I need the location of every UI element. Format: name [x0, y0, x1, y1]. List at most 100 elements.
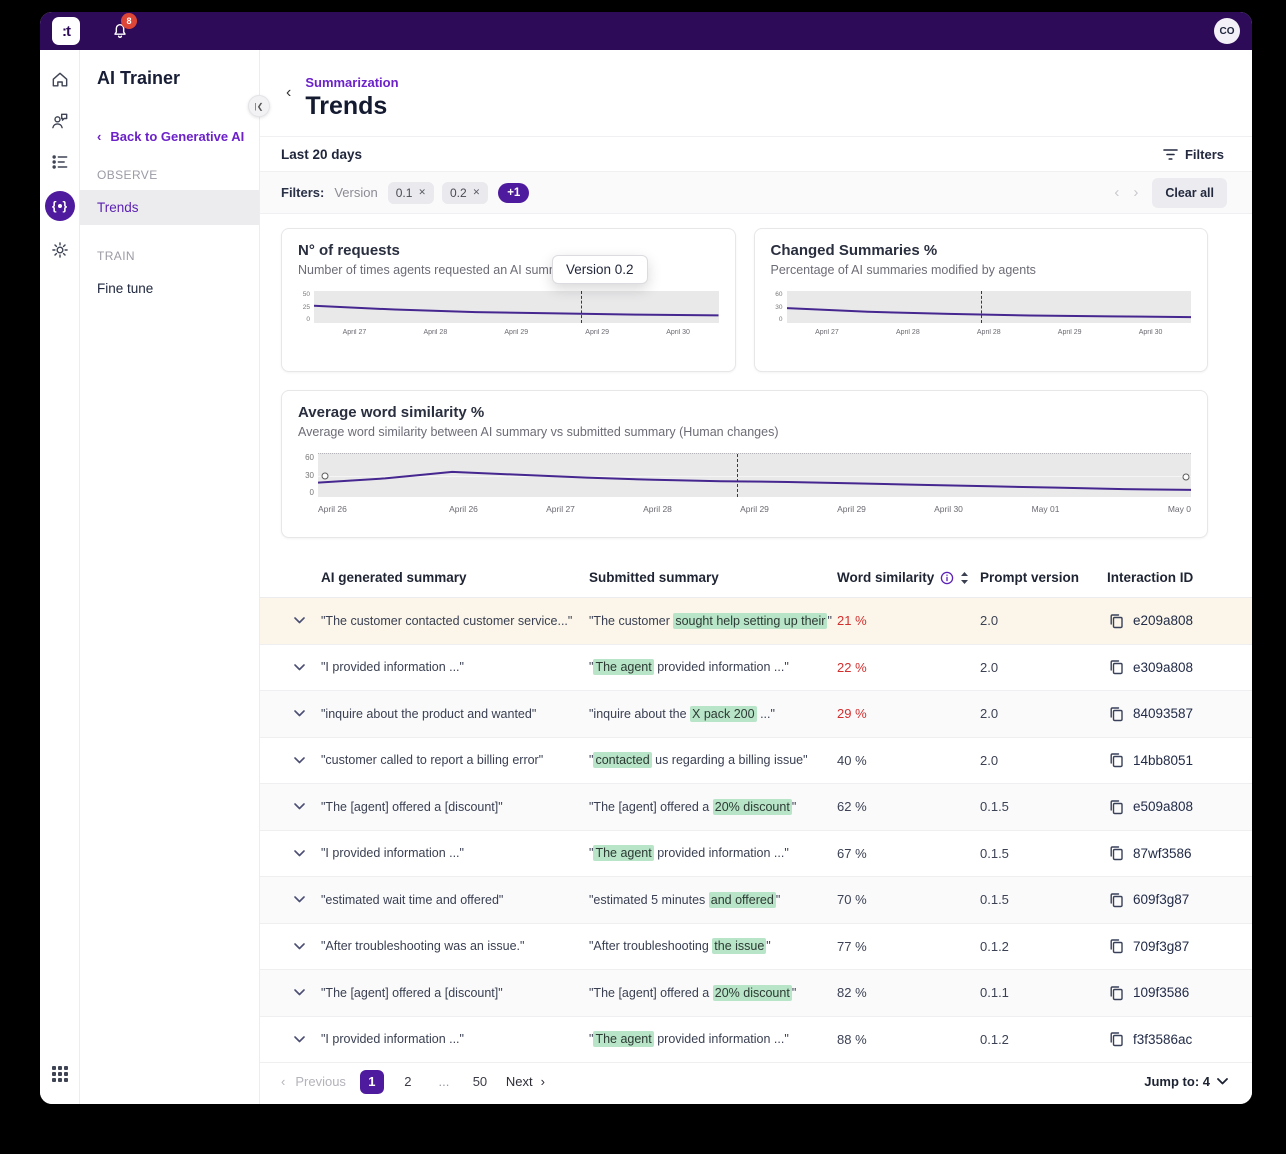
- breadcrumb[interactable]: Summarization: [305, 75, 398, 90]
- expand-row-button[interactable]: [287, 702, 311, 726]
- table-row: "The [agent] offered a [discount]""The […: [260, 784, 1252, 831]
- more-filters-badge[interactable]: +1: [498, 183, 529, 203]
- expand-row-button[interactable]: [287, 655, 311, 679]
- expand-row-button[interactable]: [287, 748, 311, 772]
- x-tick: April 28: [395, 329, 476, 336]
- ai-summary-cell: "estimated wait time and offered": [321, 893, 589, 907]
- expand-row-button[interactable]: [287, 934, 311, 958]
- word-similarity-chart[interactable]: [318, 453, 1191, 497]
- remove-chip-icon[interactable]: ✕: [473, 187, 481, 198]
- sidebar: AI Trainer |❮ ‹ Back to Generative AI OB…: [80, 50, 260, 1104]
- prompt-version-cell: 0.1.2: [980, 1032, 1107, 1047]
- page-back-chevron-icon[interactable]: ‹: [286, 84, 291, 102]
- interaction-id-cell: 87wf3586: [1107, 844, 1228, 862]
- copy-id-button[interactable]: [1107, 751, 1125, 769]
- col-submitted-summary[interactable]: Submitted summary: [589, 570, 837, 585]
- word-similarity-cell: 22 %: [837, 660, 980, 675]
- rail-ai-trainer-button[interactable]: {}: [45, 191, 75, 221]
- copy-id-button[interactable]: [1107, 891, 1125, 909]
- sort-icon[interactable]: [960, 572, 969, 584]
- back-link-label: Back to Generative AI: [110, 129, 244, 144]
- submitted-summary-cell: "inquire about the X pack 200 ...": [589, 707, 837, 721]
- copy-icon: [1109, 985, 1124, 1001]
- interaction-id-cell: 84093587: [1107, 705, 1228, 723]
- filter-next-chevron-icon[interactable]: ›: [1133, 184, 1138, 201]
- apps-grid-button[interactable]: [48, 1062, 72, 1086]
- jump-to-select[interactable]: Jump to: 4: [1144, 1074, 1228, 1089]
- data-point-marker: [321, 472, 328, 479]
- avatar[interactable]: CO: [1214, 18, 1240, 44]
- x-tick: April 29: [476, 329, 557, 336]
- col-word-similarity[interactable]: Word similarity: [837, 570, 934, 585]
- notifications-button[interactable]: 8: [110, 20, 132, 42]
- page-button[interactable]: 2: [396, 1070, 420, 1094]
- pagination: ‹ Previous 12...50 Next › Jump to: 4: [260, 1063, 1252, 1100]
- previous-page-button[interactable]: ‹ Previous: [281, 1074, 346, 1089]
- copy-id-button[interactable]: [1107, 1030, 1125, 1048]
- submitted-summary-cell: "The [agent] offered a 20% discount": [589, 800, 837, 814]
- x-tick: May 0: [1094, 504, 1191, 514]
- requests-chart[interactable]: [314, 291, 719, 323]
- info-icon[interactable]: [940, 571, 954, 585]
- collapse-icon: |❮: [255, 102, 264, 111]
- chevron-down-icon: [294, 803, 305, 810]
- rail-settings-button[interactable]: [48, 238, 72, 262]
- chart-title: N° of requests: [298, 242, 719, 259]
- remove-chip-icon[interactable]: ✕: [418, 187, 426, 198]
- submitted-summary-cell: "The agent provided information ...": [589, 1032, 837, 1046]
- col-prompt-version[interactable]: Prompt version: [980, 570, 1107, 585]
- notification-badge: 8: [121, 13, 137, 29]
- changed-summaries-chart[interactable]: [787, 291, 1192, 323]
- copy-id-button[interactable]: [1107, 658, 1125, 676]
- app-logo[interactable]: :t: [52, 17, 80, 45]
- copy-id-button[interactable]: [1107, 612, 1125, 630]
- filter-chips: 0.1✕ 0.2✕: [388, 182, 488, 204]
- ai-summary-cell: "I provided information ...": [321, 660, 589, 674]
- expand-row-button[interactable]: [287, 795, 311, 819]
- version-marker-line: [981, 291, 982, 323]
- page-button[interactable]: 1: [360, 1070, 384, 1094]
- filters-button[interactable]: Filters: [1163, 147, 1224, 162]
- back-to-generative-ai-link[interactable]: ‹ Back to Generative AI: [80, 129, 259, 144]
- copy-icon: [1109, 706, 1124, 722]
- col-ai-summary[interactable]: AI generated summary: [321, 570, 589, 585]
- expand-row-button[interactable]: [287, 1027, 311, 1051]
- collapse-sidebar-button[interactable]: |❮: [248, 95, 270, 117]
- ai-summary-cell: "inquire about the product and wanted": [321, 707, 589, 721]
- page-button[interactable]: 50: [468, 1070, 492, 1094]
- chevron-down-icon: [294, 850, 305, 857]
- prompt-version-cell: 0.1.5: [980, 892, 1107, 907]
- main-content: ‹ Summarization Trends Last 20 days Filt…: [260, 50, 1252, 1104]
- copy-id-button[interactable]: [1107, 984, 1125, 1002]
- topbar: :t 8 CO: [40, 12, 1252, 50]
- rail-home-button[interactable]: [48, 68, 72, 92]
- expand-row-button[interactable]: [287, 981, 311, 1005]
- filter-bar: Filters: Version 0.1✕0.2✕ +1 ‹ › Clear a…: [260, 172, 1252, 214]
- next-page-button[interactable]: Next ›: [506, 1074, 545, 1089]
- chevron-down-icon: [294, 757, 305, 764]
- rail-agents-button[interactable]: [48, 109, 72, 133]
- rail-workflows-button[interactable]: [48, 150, 72, 174]
- copy-id-button[interactable]: [1107, 705, 1125, 723]
- copy-id-button[interactable]: [1107, 937, 1125, 955]
- sidebar-item-fine-tune[interactable]: Fine tune: [80, 271, 259, 306]
- filter-chip[interactable]: 0.2✕: [442, 182, 488, 204]
- x-tick: April 28: [948, 329, 1029, 336]
- x-tick: April 30: [900, 504, 997, 514]
- expand-row-button[interactable]: [287, 609, 311, 633]
- expand-row-button[interactable]: [287, 841, 311, 865]
- sidebar-item-trends[interactable]: Trends: [80, 190, 259, 225]
- expand-row-button[interactable]: [287, 888, 311, 912]
- copy-id-button[interactable]: [1107, 844, 1125, 862]
- x-tick: April 29: [706, 504, 803, 514]
- submitted-summary-cell: "The agent provided information ...": [589, 660, 837, 674]
- ai-summary-cell: "I provided information ...": [321, 846, 589, 860]
- col-interaction-id[interactable]: Interaction ID: [1107, 570, 1228, 585]
- word-similarity-cell: 88 %: [837, 1032, 980, 1047]
- copy-id-button[interactable]: [1107, 798, 1125, 816]
- clear-all-button[interactable]: Clear all: [1152, 178, 1227, 208]
- filter-prev-chevron-icon[interactable]: ‹: [1114, 184, 1119, 201]
- ai-summary-cell: "The customer contacted customer service…: [321, 614, 589, 628]
- filter-chip[interactable]: 0.1✕: [388, 182, 434, 204]
- ai-summary-cell: "I provided information ...": [321, 1032, 589, 1046]
